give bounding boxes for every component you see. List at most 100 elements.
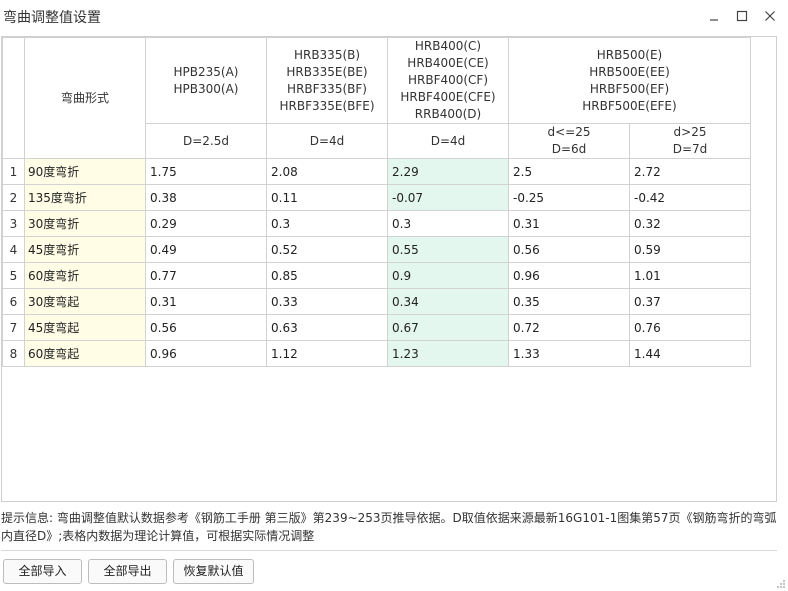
hrb500-large-value-cell[interactable]: -0.42 bbox=[629, 184, 751, 211]
bend-type-cell[interactable]: 90度弯折 bbox=[24, 158, 146, 185]
title-bar: 弯曲调整值设置 bbox=[0, 0, 788, 32]
hrb500-small-value-cell[interactable]: 1.33 bbox=[508, 340, 630, 367]
hrb500-large-value-cell[interactable]: 0.59 bbox=[629, 236, 751, 263]
hrb400-value-cell[interactable]: 0.3 bbox=[387, 210, 509, 237]
table-row[interactable]: 1 90度弯折 1.75 2.08 2.29 2.5 2.72 bbox=[2, 158, 751, 185]
hrb400-group-header: HRB400(C) HRB400E(CE) HRBF400(CF) HRBF40… bbox=[387, 37, 509, 124]
maximize-icon bbox=[736, 10, 748, 22]
hrb500-large-subheader: d>25 D=7d bbox=[629, 123, 751, 159]
header-line: HRB335(B) bbox=[293, 47, 361, 62]
hrb400-value-cell[interactable]: 0.34 bbox=[387, 288, 509, 315]
header-line: d>25 bbox=[673, 125, 707, 139]
table-row[interactable]: 5 60度弯折 0.77 0.85 0.9 0.96 1.01 bbox=[2, 262, 751, 289]
row-number: 2 bbox=[2, 184, 25, 211]
table-row[interactable]: 8 60度弯起 0.96 1.12 1.23 1.33 1.44 bbox=[2, 340, 751, 367]
hrb500-small-value-cell[interactable]: 0.56 bbox=[508, 236, 630, 263]
export-all-button[interactable]: 全部导出 bbox=[88, 559, 167, 584]
import-all-button[interactable]: 全部导入 bbox=[3, 559, 82, 584]
hrb500-large-value-cell[interactable]: 1.44 bbox=[629, 340, 751, 367]
window-title: 弯曲调整值设置 bbox=[3, 10, 101, 26]
header-line: D=6d bbox=[551, 142, 587, 156]
hrb500-small-value-cell[interactable]: 0.35 bbox=[508, 288, 630, 315]
header-line: HRBF335E(BFE) bbox=[279, 98, 375, 113]
hrb500-large-value-cell[interactable]: 1.01 bbox=[629, 262, 751, 289]
bend-type-cell[interactable]: 135度弯折 bbox=[24, 184, 146, 211]
hrb500-small-value-cell[interactable]: 2.5 bbox=[508, 158, 630, 185]
restore-default-button[interactable]: 恢复默认值 bbox=[173, 559, 254, 584]
hrb335-value-cell[interactable]: 0.52 bbox=[266, 236, 388, 263]
hrb500-small-value-cell[interactable]: 0.96 bbox=[508, 262, 630, 289]
bend-type-cell[interactable]: 30度弯折 bbox=[24, 210, 146, 237]
hrb500-group-header: HRB500(E) HRB500E(EE) HRBF500(EF) HRBF50… bbox=[508, 37, 751, 124]
hrb400-value-cell[interactable]: 0.9 bbox=[387, 262, 509, 289]
hrb500-small-value-cell[interactable]: 0.31 bbox=[508, 210, 630, 237]
hrb335-value-cell[interactable]: 2.08 bbox=[266, 158, 388, 185]
hrb500-small-subheader: d<=25 D=6d bbox=[508, 123, 630, 159]
hpb-group-header: HPB235(A) HPB300(A) bbox=[145, 37, 267, 124]
bend-type-cell[interactable]: 60度弯起 bbox=[24, 340, 146, 367]
hrb335-value-cell[interactable]: 0.11 bbox=[266, 184, 388, 211]
minimize-button[interactable] bbox=[704, 6, 724, 26]
header-line: HRB500(E) bbox=[596, 47, 663, 62]
table-row[interactable]: 6 30度弯起 0.31 0.33 0.34 0.35 0.37 bbox=[2, 288, 751, 315]
hpb-value-cell[interactable]: 0.31 bbox=[145, 288, 267, 315]
header-line: HRBF500E(EFE) bbox=[582, 98, 677, 113]
minimize-icon bbox=[710, 19, 718, 21]
row-number: 1 bbox=[2, 158, 25, 185]
maximize-button[interactable] bbox=[732, 6, 752, 26]
bend-type-header: 弯曲形式 bbox=[24, 37, 146, 159]
hrb500-large-value-cell[interactable]: 0.76 bbox=[629, 314, 751, 341]
hrb500-large-value-cell[interactable]: 0.37 bbox=[629, 288, 751, 315]
table-row[interactable]: 4 45度弯折 0.49 0.52 0.55 0.56 0.59 bbox=[2, 236, 751, 263]
hrb500-large-value-cell[interactable]: 0.32 bbox=[629, 210, 751, 237]
hrb500-small-value-cell[interactable]: 0.72 bbox=[508, 314, 630, 341]
adjustment-grid[interactable]: 弯曲形式 HPB235(A) HPB300(A) HRB335(B) HRB33… bbox=[1, 36, 777, 502]
hrb400-subheader: D=4d bbox=[387, 123, 509, 159]
table-row[interactable]: 7 45度弯起 0.56 0.63 0.67 0.72 0.76 bbox=[2, 314, 751, 341]
hrb500-small-value-cell[interactable]: -0.25 bbox=[508, 184, 630, 211]
hpb-value-cell[interactable]: 0.96 bbox=[145, 340, 267, 367]
header-line: HRBF335(BF) bbox=[287, 81, 367, 96]
hrb335-subheader: D=4d bbox=[266, 123, 388, 159]
row-number: 4 bbox=[2, 236, 25, 263]
bend-type-cell[interactable]: 60度弯折 bbox=[24, 262, 146, 289]
divider bbox=[1, 550, 777, 551]
header-line: HRBF500(EF) bbox=[589, 81, 670, 96]
hrb500-large-value-cell[interactable]: 2.72 bbox=[629, 158, 751, 185]
close-icon bbox=[765, 11, 775, 21]
hpb-value-cell[interactable]: 0.49 bbox=[145, 236, 267, 263]
hrb335-value-cell[interactable]: 0.33 bbox=[266, 288, 388, 315]
bend-type-cell[interactable]: 45度弯折 bbox=[24, 236, 146, 263]
hrb335-value-cell[interactable]: 0.63 bbox=[266, 314, 388, 341]
table-row[interactable]: 3 30度弯折 0.29 0.3 0.3 0.31 0.32 bbox=[2, 210, 751, 237]
header-line: HRBF400E(CFE) bbox=[400, 90, 496, 104]
resize-grip-icon[interactable] bbox=[776, 579, 786, 589]
header-line: HPB300(A) bbox=[173, 81, 239, 96]
hrb335-value-cell[interactable]: 1.12 bbox=[266, 340, 388, 367]
hrb400-value-cell[interactable]: 0.55 bbox=[387, 236, 509, 263]
bend-type-cell[interactable]: 45度弯起 bbox=[24, 314, 146, 341]
bend-type-cell[interactable]: 30度弯起 bbox=[24, 288, 146, 315]
hpb-value-cell[interactable]: 0.29 bbox=[145, 210, 267, 237]
row-number: 5 bbox=[2, 262, 25, 289]
row-number: 3 bbox=[2, 210, 25, 237]
hpb-value-cell[interactable]: 0.56 bbox=[145, 314, 267, 341]
hrb335-group-header: HRB335(B) HRB335E(BE) HRBF335(BF) HRBF33… bbox=[266, 37, 388, 124]
hpb-value-cell[interactable]: 0.38 bbox=[145, 184, 267, 211]
hpb-value-cell[interactable]: 0.77 bbox=[145, 262, 267, 289]
header-line: HRBF400(CF) bbox=[407, 73, 489, 87]
hrb400-value-cell[interactable]: 2.29 bbox=[387, 158, 509, 185]
header-line: HRB400E(CE) bbox=[407, 56, 489, 70]
row-number: 8 bbox=[2, 340, 25, 367]
close-button[interactable] bbox=[760, 6, 780, 26]
hrb400-value-cell[interactable]: 1.23 bbox=[387, 340, 509, 367]
hrb335-value-cell[interactable]: 0.85 bbox=[266, 262, 388, 289]
hrb335-value-cell[interactable]: 0.3 bbox=[266, 210, 388, 237]
hint-line: 内直径D》;表格内数据为理论计算值，可根据实际情况调整 bbox=[1, 529, 315, 543]
hpb-value-cell[interactable]: 1.75 bbox=[145, 158, 267, 185]
hrb400-value-cell[interactable]: -0.07 bbox=[387, 184, 509, 211]
hrb400-value-cell[interactable]: 0.67 bbox=[387, 314, 509, 341]
header-line: RRB400(D) bbox=[414, 107, 482, 121]
header-line: HPB235(A) bbox=[173, 64, 239, 79]
table-row[interactable]: 2 135度弯折 0.38 0.11 -0.07 -0.25 -0.42 bbox=[2, 184, 751, 211]
